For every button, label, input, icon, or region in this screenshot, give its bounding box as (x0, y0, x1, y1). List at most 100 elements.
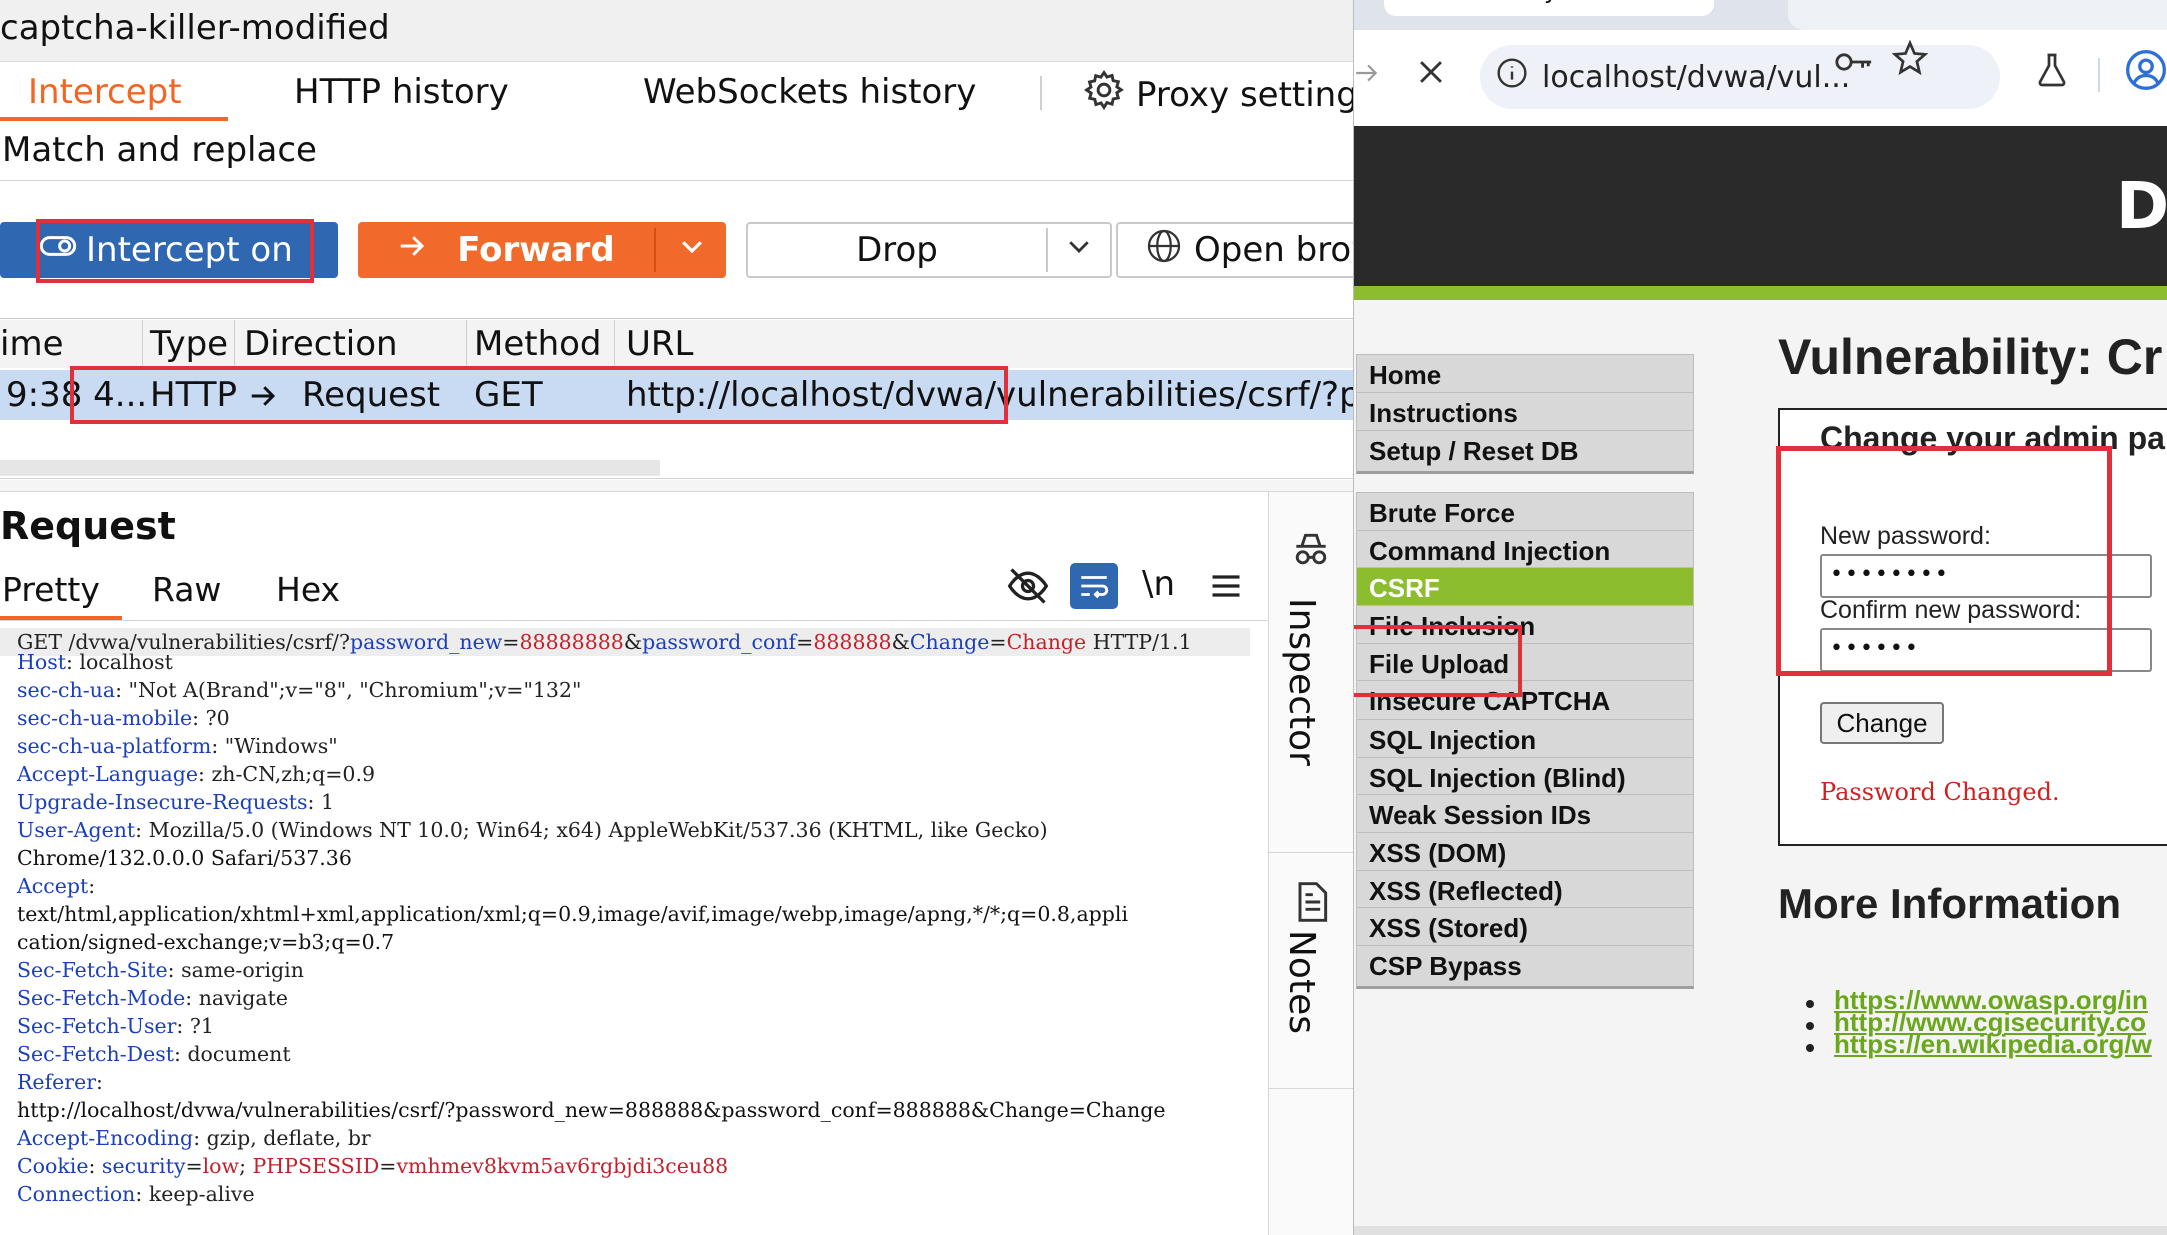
open-browser-button[interactable]: Open brow (1116, 222, 1353, 278)
header-line-continuation: cation/signed-exchange;v=b3;q=0.7 (17, 930, 395, 954)
pane-splitter[interactable] (0, 480, 1353, 492)
header-line: Sec-Fetch-Dest: document (17, 1042, 291, 1066)
title-bar: captcha-killer-modified (0, 0, 1353, 62)
column-header-method[interactable]: Method (474, 324, 602, 364)
drop-button[interactable]: Drop (748, 224, 1046, 276)
column-divider (614, 320, 615, 368)
divider (1269, 852, 1353, 853)
request-title: Request (0, 504, 176, 548)
stop-loading-icon[interactable] (1414, 54, 1448, 98)
hamburger-menu-icon[interactable] (1208, 568, 1244, 604)
highlight-box-row (70, 366, 1008, 424)
horizontal-scrollbar[interactable] (1354, 1226, 2167, 1235)
header-line: Accept-Encoding: gzip, deflate, br (17, 1126, 371, 1150)
menu-item-setup[interactable]: Setup / Reset DB (1356, 430, 1694, 474)
site-info-icon[interactable] (1496, 57, 1528, 97)
header-line: User-Agent: Mozilla/5.0 (Windows NT 10.0… (17, 818, 1048, 842)
list-bullet (1806, 1022, 1814, 1030)
header-accent-bar (1354, 286, 2167, 300)
header-line-cookie: Cookie: security=low; PHPSESSID=vmhmev8k… (17, 1154, 729, 1178)
tab-proxy-settings-label: Proxy settings (1136, 74, 1353, 115)
tab-divider (1040, 76, 1042, 110)
header-line: Accept: (17, 874, 96, 898)
hide-eye-icon[interactable] (1006, 564, 1050, 608)
header-line: Host: localhost (17, 650, 173, 674)
browser-tab-active[interactable]: Vulnerability: Cross Site Req (1384, 0, 1714, 16)
forward-button-group: Forward (358, 222, 726, 278)
divider (0, 478, 1353, 479)
tab-hex[interactable]: Hex (276, 570, 340, 609)
tab-http-history[interactable]: HTTP history (294, 72, 509, 112)
header-line: Sec-Fetch-Mode: navigate (17, 986, 288, 1010)
divider (0, 180, 1353, 181)
header-line: Connection: keep-alive (17, 1182, 255, 1206)
page-title: Vulnerability: Cr (1778, 329, 2163, 385)
notes-label[interactable]: Notes (1281, 930, 1322, 1034)
header-line: sec-ch-ua: "Not A(Brand";v="8", "Chromiu… (17, 678, 582, 702)
divider (2098, 58, 2100, 92)
tab-pretty[interactable]: Pretty (2, 570, 100, 609)
browser-tab[interactable] (1788, 0, 2167, 30)
request-line: GET /dvwa/vulnerabilities/csrf/?password… (17, 630, 1192, 654)
notes-icon[interactable] (1289, 880, 1333, 924)
dvwa-content: Home Instructions Setup / Reset DB Brute… (1354, 300, 2167, 1235)
inspector-icon[interactable] (1289, 528, 1333, 572)
header-line: Sec-Fetch-User: ?1 (17, 1014, 214, 1038)
change-button[interactable]: Change (1820, 702, 1944, 744)
word-wrap-icon[interactable] (1070, 563, 1118, 609)
chevron-down-icon (677, 230, 707, 270)
window-title: captcha-killer-modified (0, 8, 390, 48)
side-panel-strip: Inspector Notes (1268, 492, 1353, 1235)
forward-dropdown-button[interactable] (658, 222, 726, 278)
inspector-label[interactable]: Inspector (1281, 598, 1322, 766)
tab-intercept[interactable]: Intercept (28, 72, 182, 112)
tab-proxy-settings[interactable]: Proxy settings (1082, 68, 1353, 121)
tab-websockets-history[interactable]: WebSockets history (643, 72, 976, 112)
header-line-continuation: Chrome/132.0.0.0 Safari/537.36 (17, 846, 352, 870)
newline-toggle-icon[interactable]: \n (1142, 564, 1175, 604)
request-editor[interactable]: GET /dvwa/vulnerabilities/csrf/?password… (0, 626, 1250, 1226)
tab-match-and-replace[interactable]: Match and replace (2, 130, 317, 170)
drop-dropdown-button[interactable] (1048, 224, 1110, 276)
column-header-url[interactable]: URL (626, 324, 693, 364)
column-divider (142, 320, 143, 368)
header-line: Upgrade-Insecure-Requests: 1 (17, 790, 335, 814)
highlight-box-form (1776, 446, 2112, 676)
header-line-continuation: text/html,application/xhtml+xml,applicat… (17, 902, 1129, 926)
more-information-heading: More Information (1778, 880, 2121, 927)
header-line: Accept-Language: zh-CN,zh;q=0.9 (17, 762, 376, 786)
column-header-direction[interactable]: Direction (244, 324, 398, 364)
dvwa-logo: DV (2116, 170, 2167, 244)
divider (1269, 1088, 1353, 1089)
split-divider (654, 228, 656, 272)
gear-icon (1082, 68, 1126, 121)
drop-button-group: Drop (746, 222, 1112, 278)
dvwa-header: DV (1354, 126, 2167, 286)
highlight-box-intercept (36, 219, 314, 283)
header-line: Referer: (17, 1070, 103, 1094)
password-key-icon[interactable] (1834, 44, 1874, 84)
header-line: sec-ch-ua-platform: "Windows" (17, 734, 338, 758)
forward-button[interactable]: Forward (358, 222, 654, 278)
divider (0, 318, 1353, 319)
profile-avatar-icon[interactable] (2124, 48, 2167, 96)
address-bar-url: localhost/dvwa/vul... (1542, 59, 1851, 95)
menu-item-csp-bypass[interactable]: CSP Bypass (1356, 945, 1694, 989)
forward-label: Forward (457, 230, 615, 270)
link-wikipedia[interactable]: https://en.wikipedia.org/w (1834, 1029, 2152, 1060)
forward-arrow-icon[interactable] (1354, 58, 1380, 96)
header-line: Sec-Fetch-Site: same-origin (17, 958, 304, 982)
bookmark-star-icon[interactable] (1891, 39, 1929, 85)
column-header-type[interactable]: Type (150, 324, 228, 364)
tab-raw[interactable]: Raw (152, 570, 221, 609)
chevron-down-icon (1064, 230, 1094, 270)
column-header-time[interactable]: ime (0, 324, 63, 364)
horizontal-scrollbar[interactable] (0, 460, 660, 476)
status-message: Password Changed. (1820, 778, 2060, 806)
column-divider (234, 320, 235, 368)
browser-tab-strip: Vulnerability: Cross Site Req (1354, 0, 2167, 30)
labs-flask-icon[interactable] (2034, 50, 2070, 94)
table-header: ime Type Direction Method URL (0, 320, 1353, 368)
browser-window: Vulnerability: Cross Site Req localhost/… (1353, 0, 2167, 1235)
highlight-box-csrf (1354, 625, 1522, 697)
